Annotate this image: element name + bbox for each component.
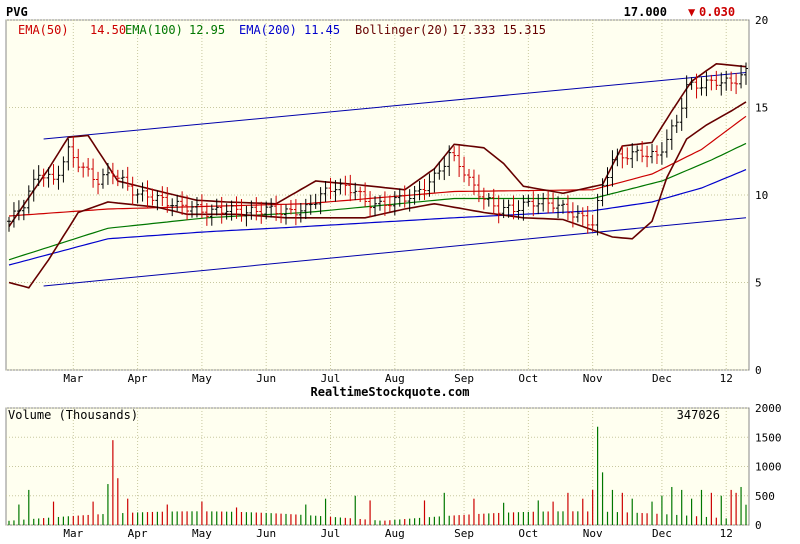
legend-ema100-value: 12.95 xyxy=(189,23,225,37)
volume-tick-label: 1500 xyxy=(755,431,782,444)
volume-x-label: Oct xyxy=(518,527,538,540)
price-x-label: Mar xyxy=(63,372,83,385)
price-x-label: Aug xyxy=(385,372,405,385)
legend-ema100-label: EMA(100) xyxy=(125,23,183,37)
stock-chart: 0 5 10 15 20 Mar Apr May Jun Jul Aug Sep Oct Nov Dec 1… xyxy=(0,0,800,540)
volume-tick-label: 500 xyxy=(755,490,775,503)
volume-x-label: Nov xyxy=(583,527,603,540)
volume-x-label: Apr xyxy=(128,527,148,540)
volume-last-value: 347026 xyxy=(677,408,720,422)
legend-ema200-value: 11.45 xyxy=(304,23,340,37)
volume-x-label: Jul xyxy=(321,527,341,540)
volume-x-label: May xyxy=(192,527,212,540)
volume-tick-label: 1000 xyxy=(755,461,782,474)
volume-tick-label: 0 xyxy=(755,519,762,532)
price-tick-label: 20 xyxy=(755,14,768,27)
down-arrow-icon: ▼ xyxy=(688,5,696,19)
price-x-label: Oct xyxy=(518,372,538,385)
price-x-label: Nov xyxy=(583,372,603,385)
price-x-label: Jun xyxy=(256,372,276,385)
legend-bollinger-value: 17.333 15.315 xyxy=(452,23,546,37)
price-x-label: Apr xyxy=(128,372,148,385)
legend-ema50-label: EMA(50) xyxy=(18,23,69,37)
volume-x-label: Aug xyxy=(385,527,405,540)
legend-ema50-value: 14.50 xyxy=(90,23,126,37)
legend-bollinger-label: Bollinger(20) xyxy=(355,23,449,37)
price-change: 0.030 xyxy=(699,5,735,19)
price-tick-label: 10 xyxy=(755,189,768,202)
price-tick-label: 5 xyxy=(755,277,762,290)
price-x-label: 12 xyxy=(720,372,733,385)
price-x-label: Jul xyxy=(321,372,341,385)
price-tick-label: 0 xyxy=(755,364,762,377)
legend: EMA(50) 14.50 EMA(100) 12.95 EMA(200) 11… xyxy=(18,23,546,37)
volume-tick-label: 2000 xyxy=(755,402,782,415)
chart-svg: 0 5 10 15 20 Mar Apr May Jun Jul Aug Sep Oct Nov Dec 1… xyxy=(0,0,800,540)
last-price: 17.000 xyxy=(624,5,667,19)
volume-x-label: Sep xyxy=(454,527,474,540)
volume-x-label: Jun xyxy=(256,527,276,540)
symbol-label: PVG xyxy=(6,5,28,19)
watermark: RealtimeStockquote.com xyxy=(311,385,470,399)
volume-x-label: Mar xyxy=(63,527,83,540)
volume-x-label: Dec xyxy=(652,527,672,540)
volume-x-label: 12 xyxy=(720,527,733,540)
price-x-label: Sep xyxy=(454,372,474,385)
volume-title: Volume (Thousands) xyxy=(8,408,138,422)
legend-ema200-label: EMA(200) xyxy=(239,23,297,37)
price-x-label: May xyxy=(192,372,212,385)
price-tick-label: 15 xyxy=(755,102,768,115)
price-x-label: Dec xyxy=(652,372,672,385)
